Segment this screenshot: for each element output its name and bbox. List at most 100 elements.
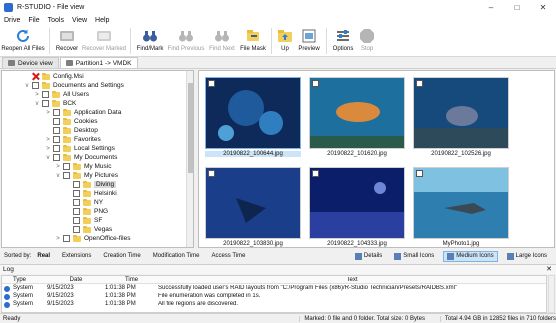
menu-drive[interactable]: Drive bbox=[4, 17, 20, 24]
tree-checkbox[interactable] bbox=[53, 136, 60, 143]
scrollbar-thumb[interactable] bbox=[188, 83, 193, 173]
thumbnail-checkbox[interactable] bbox=[416, 170, 423, 177]
minimize-button[interactable]: – bbox=[478, 0, 504, 15]
tree-item[interactable]: > OpenOffice-files bbox=[55, 234, 130, 243]
gallery-item[interactable]: 20190822_100644.jpg bbox=[205, 77, 305, 157]
expand-icon[interactable]: > bbox=[55, 164, 61, 170]
tree-item[interactable]: v My Pictures bbox=[55, 171, 118, 180]
menu-help[interactable]: Help bbox=[95, 17, 109, 24]
tree-item[interactable]: v BCK bbox=[34, 99, 76, 108]
sort-access-time[interactable]: Access Time bbox=[211, 253, 245, 259]
expand-icon[interactable]: > bbox=[45, 146, 51, 152]
find-next-button[interactable]: Find Next bbox=[206, 26, 238, 56]
menu-view[interactable]: View bbox=[72, 17, 87, 24]
tree-checkbox[interactable] bbox=[32, 82, 39, 89]
tree-item[interactable]: > My Music bbox=[55, 162, 111, 171]
view-medium-icons-button[interactable]: Medium Icons bbox=[443, 250, 498, 262]
expand-icon[interactable]: v bbox=[45, 155, 51, 161]
expand-icon[interactable]: > bbox=[45, 110, 51, 116]
thumbnail-checkbox[interactable] bbox=[312, 80, 319, 87]
expand-icon[interactable]: v bbox=[55, 173, 61, 179]
tree-checkbox[interactable] bbox=[73, 199, 80, 206]
close-button[interactable]: ✕ bbox=[530, 0, 556, 15]
expand-icon[interactable]: > bbox=[34, 92, 40, 98]
expand-icon[interactable]: v bbox=[24, 83, 30, 89]
tree-item[interactable]: Helsinki bbox=[65, 189, 117, 198]
thumbnail-checkbox[interactable] bbox=[416, 80, 423, 87]
tree-item[interactable]: > Favorites bbox=[45, 135, 101, 144]
tree-checkbox[interactable] bbox=[53, 154, 60, 161]
gallery-item[interactable]: MyPhoto1.jpg bbox=[413, 167, 513, 247]
tree-checkbox[interactable] bbox=[73, 181, 80, 188]
log-header-type[interactable]: Type bbox=[2, 277, 47, 283]
gallery-item[interactable]: 20190822_101620.jpg bbox=[309, 77, 409, 157]
close-icon[interactable]: ✕ bbox=[546, 265, 552, 275]
find-previous-button[interactable]: Find Previous bbox=[166, 26, 206, 56]
log-row[interactable]: System 9/15/2023 1:01:38 PM Successfully… bbox=[2, 284, 546, 292]
recover-marked-button[interactable]: Recover Marked bbox=[81, 26, 127, 56]
maximize-button[interactable]: □ bbox=[504, 0, 530, 15]
tree-item[interactable]: > All Users bbox=[34, 90, 89, 99]
sort-real[interactable]: Real bbox=[37, 253, 50, 259]
tree-item-selected[interactable]: Diving bbox=[65, 180, 117, 189]
view-details-button[interactable]: Details bbox=[352, 252, 385, 261]
thumbnail-checkbox[interactable] bbox=[208, 80, 215, 87]
tree-scrollbar[interactable] bbox=[186, 71, 193, 247]
gallery-item[interactable]: 20190822_103830.jpg bbox=[205, 167, 305, 247]
tree-item[interactable]: Config.Msi bbox=[24, 72, 84, 81]
expand-icon[interactable]: v bbox=[34, 101, 40, 107]
menu-tools[interactable]: Tools bbox=[48, 17, 64, 24]
options-button[interactable]: Options bbox=[330, 26, 356, 56]
tree-item[interactable]: > Local Settings bbox=[45, 144, 115, 153]
tree-checkbox[interactable] bbox=[73, 226, 80, 233]
tree-checkbox[interactable] bbox=[53, 145, 60, 152]
tree-checkbox[interactable] bbox=[53, 118, 60, 125]
log-row[interactable]: System 9/15/2023 1:01:38 PM File enumera… bbox=[2, 292, 546, 300]
log-header-time[interactable]: Time bbox=[105, 277, 158, 283]
stop-button[interactable]: Stop bbox=[356, 26, 378, 56]
gallery-item[interactable]: 20190822_102526.jpg bbox=[413, 77, 513, 157]
tree-checkbox[interactable] bbox=[53, 127, 60, 134]
tree-item[interactable]: SF bbox=[65, 216, 102, 225]
view-small-icons-button[interactable]: Small Icons bbox=[391, 252, 437, 261]
sort-modification-time[interactable]: Modification Time bbox=[153, 253, 200, 259]
tree-checkbox[interactable] bbox=[53, 109, 60, 116]
file-mask-button[interactable]: File Mask bbox=[238, 26, 268, 56]
log-header-text[interactable]: Text bbox=[158, 277, 546, 283]
up-button[interactable]: Up bbox=[275, 26, 295, 56]
log-row[interactable]: System 9/15/2023 1:01:38 PM All file reg… bbox=[2, 300, 546, 308]
log-scrollbar[interactable] bbox=[548, 275, 555, 313]
thumbnail-checkbox[interactable] bbox=[312, 170, 319, 177]
preview-button[interactable]: Preview bbox=[295, 26, 323, 56]
tree-checkbox[interactable] bbox=[63, 172, 70, 179]
tree-item[interactable]: v Documents and Settings bbox=[24, 81, 124, 90]
tab-device-view[interactable]: Device view bbox=[2, 57, 59, 68]
view-large-icons-button[interactable]: Large Icons bbox=[504, 252, 550, 261]
tree-checkbox[interactable] bbox=[73, 208, 80, 215]
tree-checkbox[interactable] bbox=[63, 163, 70, 170]
tab-partition[interactable]: Partition1 -> VMDK bbox=[59, 57, 138, 68]
tree-item[interactable]: > Application Data bbox=[45, 108, 121, 117]
tree-checkbox[interactable] bbox=[63, 235, 70, 242]
recover-button[interactable]: Recover bbox=[53, 26, 81, 56]
log-header-date[interactable]: Date bbox=[47, 277, 105, 283]
expand-icon[interactable]: > bbox=[55, 236, 61, 242]
sort-extensions[interactable]: Extensions bbox=[62, 253, 91, 259]
tree-checkbox[interactable] bbox=[42, 91, 49, 98]
tree-item[interactable]: NY bbox=[65, 198, 103, 207]
tree-item[interactable]: Cookies bbox=[45, 117, 97, 126]
reopen-all-files-button[interactable]: Reopen All Files bbox=[0, 26, 46, 56]
tree-item[interactable]: Desktop bbox=[45, 126, 98, 135]
menu-file[interactable]: File bbox=[28, 17, 39, 24]
tree-item[interactable]: PNG bbox=[65, 207, 108, 216]
thumbnail-checkbox[interactable] bbox=[208, 170, 215, 177]
tree-checkbox[interactable] bbox=[42, 100, 49, 107]
tree-item[interactable]: Vegas bbox=[65, 225, 112, 234]
expand-icon[interactable]: > bbox=[45, 137, 51, 143]
gallery-item[interactable]: 20190822_104333.jpg bbox=[309, 167, 409, 247]
tree-checkbox[interactable] bbox=[73, 190, 80, 197]
sort-creation-time[interactable]: Creation Time bbox=[103, 253, 140, 259]
tree-checkbox[interactable] bbox=[73, 217, 80, 224]
tree-item[interactable]: v My Documents bbox=[45, 153, 117, 162]
find-mark-button[interactable]: Find/Mark bbox=[134, 26, 166, 56]
